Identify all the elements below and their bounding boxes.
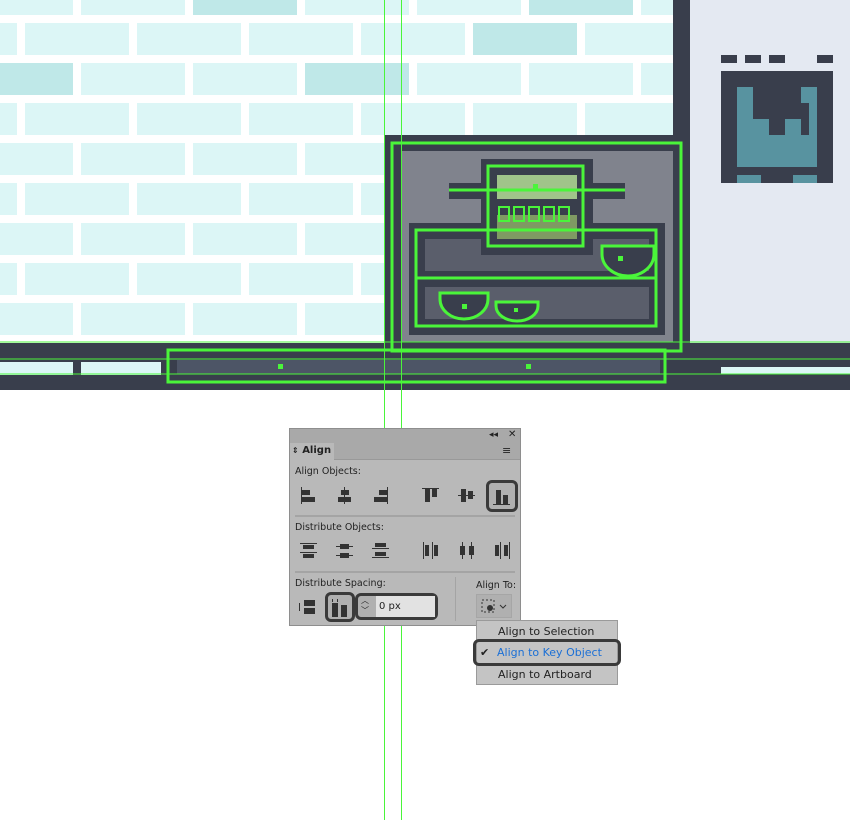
horizontal-distribute-left-icon[interactable] bbox=[420, 540, 442, 562]
vertical-align-bottom-icon[interactable] bbox=[486, 480, 518, 512]
menu-item-label: Align to Selection bbox=[498, 625, 595, 638]
align-to-label: Align To: bbox=[476, 580, 517, 591]
menu-item-align-to-artboard[interactable]: Align to Artboard bbox=[477, 664, 617, 685]
horizontal-distribute-space-icon[interactable] bbox=[325, 592, 355, 622]
cash-register-artwork bbox=[0, 0, 850, 820]
tab-align[interactable]: ⇕ Align bbox=[290, 443, 334, 460]
spacing-value[interactable]: 0 px bbox=[376, 596, 435, 617]
horizontal-distribute-center-icon[interactable] bbox=[456, 540, 478, 562]
collapse-icon[interactable]: ◂◂ bbox=[489, 430, 498, 440]
vertical-distribute-top-icon[interactable] bbox=[298, 540, 320, 562]
align-objects-label: Align Objects: bbox=[295, 466, 361, 477]
panel-menu-icon[interactable]: ≡ bbox=[502, 444, 511, 457]
menu-item-label: Align to Artboard bbox=[498, 668, 592, 681]
close-icon[interactable]: ✕ bbox=[508, 429, 516, 440]
align-to-key-object-icon bbox=[481, 599, 507, 613]
divider bbox=[295, 515, 515, 517]
vertical-align-top-icon[interactable] bbox=[420, 485, 442, 507]
panel-title-bar[interactable]: ◂◂ ✕ bbox=[290, 429, 520, 443]
vertical-distribute-bottom-icon[interactable] bbox=[370, 540, 392, 562]
horizontal-align-left-icon[interactable] bbox=[298, 485, 320, 507]
menu-item-label: Align to Key Object bbox=[497, 646, 602, 659]
align-to-menu: Align to Selection ✔ Align to Key Object … bbox=[473, 620, 621, 685]
spacing-input[interactable]: ︿ ﹀ 0 px bbox=[355, 593, 438, 620]
divider bbox=[295, 571, 515, 573]
divider bbox=[455, 577, 456, 621]
align-to-dropdown[interactable] bbox=[476, 594, 512, 618]
align-panel: ◂◂ ✕ ⇕ Align ≡ Align Objects: Distribute… bbox=[289, 428, 521, 626]
vertical-distribute-space-icon[interactable] bbox=[296, 596, 318, 618]
tab-label: Align bbox=[302, 445, 332, 456]
stepper-icon[interactable]: ︿ ﹀ bbox=[361, 596, 369, 616]
vertical-distribute-center-icon[interactable] bbox=[334, 540, 356, 562]
menu-item-align-to-selection[interactable]: Align to Selection bbox=[477, 621, 617, 642]
distribute-spacing-label: Distribute Spacing: bbox=[295, 578, 386, 589]
horizontal-distribute-right-icon[interactable] bbox=[492, 540, 514, 562]
updown-icon: ⇕ bbox=[292, 446, 299, 455]
vertical-align-center-icon[interactable] bbox=[456, 485, 478, 507]
horizontal-align-center-icon[interactable] bbox=[334, 485, 356, 507]
horizontal-align-right-icon[interactable] bbox=[370, 485, 392, 507]
distribute-objects-label: Distribute Objects: bbox=[295, 522, 384, 533]
checkmark-icon: ✔ bbox=[480, 646, 490, 659]
menu-item-align-to-key-object[interactable]: ✔ Align to Key Object bbox=[473, 639, 621, 666]
